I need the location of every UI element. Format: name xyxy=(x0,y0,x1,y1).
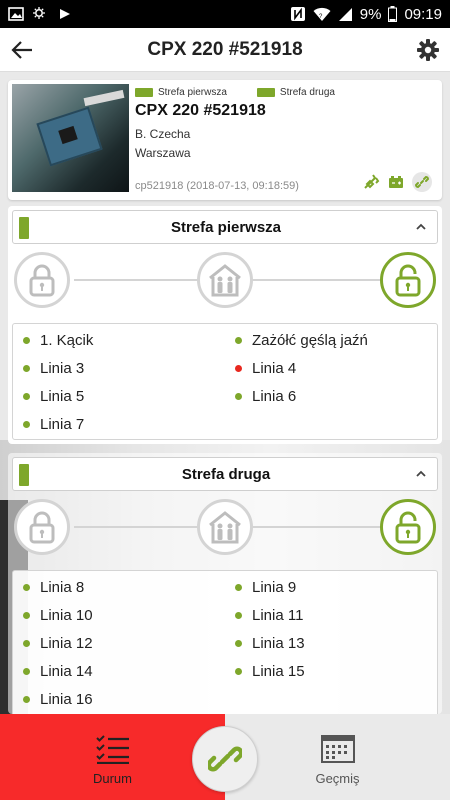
status-dot xyxy=(235,611,242,619)
device-owner: B. Czecha xyxy=(135,127,191,141)
disarm-button[interactable] xyxy=(380,252,436,308)
list-item[interactable]: Linia 8 xyxy=(23,573,235,601)
status-dot xyxy=(23,392,30,400)
home-family-icon xyxy=(209,511,241,544)
link-status-button[interactable] xyxy=(412,172,432,192)
zone-panel-2: Strefa druga Linia 8 Linia 9 Linia 10 Li… xyxy=(8,453,442,720)
tab-gecmis[interactable]: Geçmiş xyxy=(225,714,450,800)
calendar-icon xyxy=(320,735,355,763)
tab-label: Durum xyxy=(92,771,132,786)
device-status-icons xyxy=(364,172,432,192)
device-meta: cp521918 (2018-07-13, 09:18:59) xyxy=(135,180,299,192)
list-item[interactable]: Linia 11 xyxy=(235,601,447,629)
status-dot-alarm xyxy=(235,364,242,372)
list-item[interactable]: Linia 15 xyxy=(235,657,447,685)
home-family-icon xyxy=(209,264,241,297)
list-item[interactable]: Linia 7 xyxy=(23,410,235,438)
tab-label: Geçmiş xyxy=(315,771,360,786)
zone-tag: Strefa druga xyxy=(256,87,335,98)
status-dot xyxy=(23,667,30,675)
status-dot xyxy=(235,667,242,675)
zone-name: Strefa pierwsza xyxy=(170,219,282,236)
status-dot xyxy=(235,336,242,344)
zone-panel-1: Strefa pierwsza 1. Kącik Zażółć gęślą ja… xyxy=(8,206,442,444)
arm-button[interactable] xyxy=(14,252,70,308)
device-title: CPX 220 #521918 xyxy=(135,102,266,119)
chevron-up-icon xyxy=(416,470,426,477)
lock-open-icon xyxy=(395,511,421,544)
battery-icon xyxy=(388,6,398,22)
device-city: Warszawa xyxy=(135,146,191,160)
plug-icon xyxy=(364,174,380,189)
status-dot xyxy=(23,336,30,344)
connection-fab[interactable] xyxy=(192,726,258,792)
page-title: CPX 220 #521918 xyxy=(147,38,303,60)
status-bar: ? 9% 09:19 xyxy=(0,0,450,28)
list-item[interactable]: Linia 9 xyxy=(235,573,447,601)
image-icon xyxy=(8,6,24,22)
list-item[interactable]: 1. Kącik xyxy=(23,326,235,354)
status-dot xyxy=(235,392,242,400)
device-card[interactable]: Strefa pierwsza Strefa druga CPX 220 #52… xyxy=(8,80,442,200)
zone-tag: Strefa pierwsza xyxy=(135,87,227,98)
lock-closed-icon xyxy=(29,511,55,544)
list-item[interactable]: Linia 4 xyxy=(235,354,447,382)
link-icon xyxy=(208,746,242,772)
zone-header[interactable]: Strefa druga xyxy=(12,457,438,491)
device-photo xyxy=(12,84,129,192)
nfc-icon xyxy=(290,6,306,22)
list-item[interactable]: Linia 16 xyxy=(23,685,235,713)
battery-icon xyxy=(389,176,403,188)
download-icon xyxy=(58,6,72,22)
weather-icon xyxy=(32,6,50,22)
list-item[interactable]: Linia 12 xyxy=(23,629,235,657)
link-icon xyxy=(415,175,429,189)
app-bar: CPX 220 #521918 xyxy=(0,28,450,72)
zone-state-selector xyxy=(12,248,438,312)
disarm-button[interactable] xyxy=(380,499,436,555)
wifi-icon: ? xyxy=(313,6,331,22)
list-item[interactable]: Linia 6 xyxy=(235,382,447,410)
list-item[interactable]: Linia 5 xyxy=(23,382,235,410)
zone-lines: Linia 8 Linia 9 Linia 10 Linia 11 Linia … xyxy=(12,570,438,720)
zone-tags: Strefa pierwsza Strefa druga xyxy=(135,87,335,98)
back-button[interactable] xyxy=(0,28,44,72)
settings-button[interactable] xyxy=(406,28,450,72)
chevron-up-icon xyxy=(416,223,426,230)
home-mode-button[interactable] xyxy=(197,252,253,308)
signal-icon xyxy=(338,6,353,22)
status-dot xyxy=(23,583,30,591)
list-item[interactable]: Linia 13 xyxy=(235,629,447,657)
list-item[interactable]: Zażółć gęślą jaźń xyxy=(235,326,447,354)
home-mode-button[interactable] xyxy=(197,499,253,555)
status-dot xyxy=(23,364,30,372)
arm-button[interactable] xyxy=(14,499,70,555)
status-dot xyxy=(23,420,30,428)
status-dot xyxy=(23,611,30,619)
list-item[interactable]: Linia 14 xyxy=(23,657,235,685)
status-dot xyxy=(235,583,242,591)
gear-icon xyxy=(417,38,439,61)
arrow-left-icon xyxy=(11,40,32,59)
status-dot xyxy=(23,639,30,647)
status-dot xyxy=(235,639,242,647)
zone-state-selector xyxy=(12,495,438,559)
zone-lines: 1. Kącik Zażółć gęślą jaźń Linia 3 Linia… xyxy=(12,323,438,440)
battery-text: 9% xyxy=(359,5,382,23)
list-item[interactable]: Linia 3 xyxy=(23,354,235,382)
list-item[interactable]: Linia 10 xyxy=(23,601,235,629)
zone-name: Strefa druga xyxy=(181,466,271,483)
lock-open-icon xyxy=(395,264,421,297)
status-dot xyxy=(23,695,30,703)
clock-text: 09:19 xyxy=(404,5,442,23)
checklist-icon xyxy=(95,735,129,764)
lock-closed-icon xyxy=(29,264,55,297)
zone-header[interactable]: Strefa pierwsza xyxy=(12,210,438,244)
